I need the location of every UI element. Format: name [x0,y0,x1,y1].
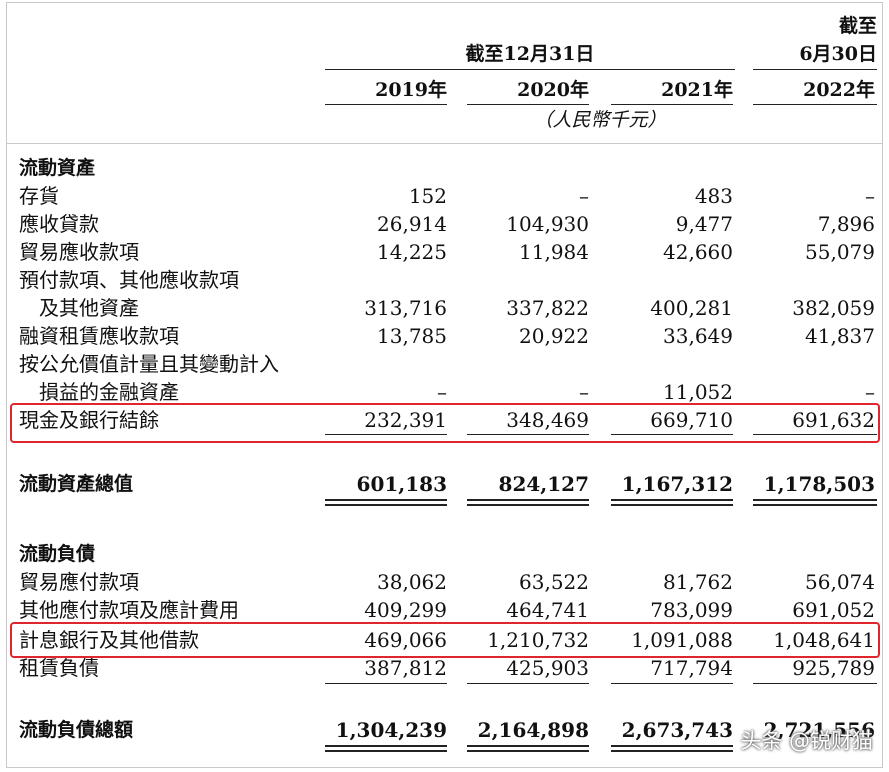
total-double-rule [611,499,733,501]
total-double-rule [753,504,877,506]
cell-value: 11,984 [519,240,589,264]
cell-value: 55,079 [805,240,875,264]
cell-value: – [437,380,447,404]
total-label: 流動資產總值 [19,473,134,495]
year-2022: 2022年 [803,79,875,101]
total-double-rule [467,745,589,747]
total-value: 1,304,239 [335,718,447,742]
cell-value: 63,522 [519,570,589,594]
total-value: 1,178,503 [763,472,875,496]
total-double-rule [467,750,589,752]
watermark: 头条 @锐财猫 [740,729,873,753]
row-label: 貿易應收款項 [19,240,139,264]
cell-value: 104,930 [506,212,589,236]
section-heading-current-liabilities: 流動負債 [19,543,96,565]
subtotal-rule [611,683,733,684]
row-label: 按公允價值計量且其變動計入 [19,352,279,376]
row-label-continued: 及其他資產 [39,296,139,320]
financial-table: 截至 6月30日 截至12月31日 2019年 2020年 2021年 2022… [6,2,883,768]
row-label: 租賃負債 [19,656,99,680]
cell-value: 400,281 [650,296,733,320]
total-double-rule [611,504,733,506]
total-value: 601,183 [356,472,447,496]
cell-value: 483 [694,184,733,208]
cell-value: 81,762 [663,570,733,594]
cell-value: 409,299 [364,598,447,622]
cell-value: – [865,184,875,208]
total-value: 2,673,743 [621,718,733,742]
cell-value: 26,914 [377,212,447,236]
row-label: 融資租賃應收款項 [19,324,179,348]
total-value: 1,167,312 [621,472,733,496]
annual-period-label: 截至12月31日 [465,43,595,65]
cell-value: 425,903 [506,656,589,680]
cell-value: 313,716 [364,296,447,320]
cell-value: 925,789 [792,656,875,680]
cell-value: 382,059 [792,296,875,320]
total-double-rule [325,504,447,506]
cell-value: 387,812 [364,656,447,680]
cell-value: 11,052 [663,380,733,404]
total-double-rule [325,745,447,747]
cell-value: 691,052 [792,598,875,622]
row-label: 預付款項、其他應收款項 [19,268,239,292]
cell-value: 337,822 [506,296,589,320]
total-double-rule [325,750,447,752]
cell-value: 717,794 [650,656,733,680]
total-double-rule [467,499,589,501]
cell-value: 38,062 [377,570,447,594]
cell-value: – [865,380,875,404]
year-2021: 2021年 [661,79,733,101]
cell-value: 20,922 [519,324,589,348]
year-rule [325,104,447,105]
total-value: 2,164,898 [477,718,589,742]
header-rule [325,69,735,70]
subtotal-rule [325,683,447,684]
total-value: 824,127 [498,472,589,496]
row-label: 存貨 [19,184,59,208]
cell-value: 13,785 [377,324,447,348]
total-double-rule [467,504,589,506]
cell-value: 9,477 [675,212,733,236]
cell-value: 42,660 [663,240,733,264]
cell-value: 41,837 [805,324,875,348]
header-divider [7,143,882,144]
year-rule [467,104,589,105]
cell-value: – [579,184,589,208]
year-rule [611,104,733,105]
cell-value: 56,074 [805,570,875,594]
highlight-box-borrowings [10,622,880,658]
total-double-rule [325,499,447,501]
interim-period-label-2: 6月30日 [799,43,877,65]
cell-value: – [579,380,589,404]
cell-value: 464,741 [506,598,589,622]
year-rule [753,104,877,105]
section-heading-current-assets: 流動資產 [19,157,96,179]
row-label-continued: 損益的金融資產 [39,380,179,404]
subtotal-rule [467,683,589,684]
cell-value: 33,649 [663,324,733,348]
cell-value: 152 [408,184,447,208]
header-rule [753,69,877,70]
interim-period-label-1: 截至 [838,15,877,37]
subtotal-rule [753,683,877,684]
row-label: 其他應付款項及應計費用 [19,598,239,622]
total-double-rule [753,499,877,501]
cell-value: 7,896 [817,212,875,236]
highlight-box-cash [10,403,880,443]
row-label: 應收貸款 [19,212,99,236]
total-double-rule [611,750,733,752]
total-double-rule [611,745,733,747]
cell-value: 14,225 [377,240,447,264]
year-2020: 2020年 [517,79,589,101]
total-label: 流動負債總額 [19,719,134,741]
year-2019: 2019年 [375,79,447,101]
cell-value: 783,099 [650,598,733,622]
row-label: 貿易應付款項 [19,570,139,594]
currency-unit: （人民幣千元） [533,109,667,131]
